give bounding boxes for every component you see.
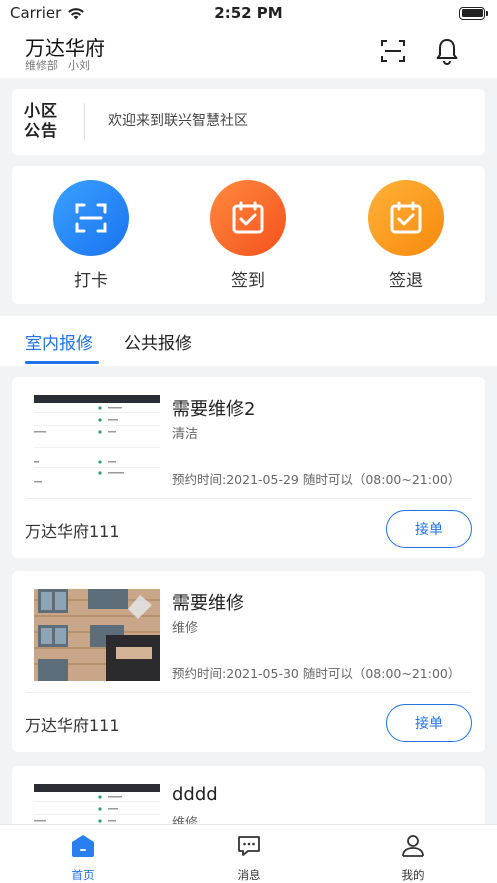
order-card[interactable]: dddd 维修: [12, 766, 485, 824]
bell-icon[interactable]: [432, 36, 462, 66]
action-circle: [368, 180, 444, 256]
user-name: 小刘: [68, 59, 90, 72]
clock-in-action[interactable]: 打卡: [51, 180, 131, 291]
bottom-tab-bar: 首页 消息 我的: [0, 824, 497, 883]
order-title: 需要维修2: [172, 399, 256, 420]
tab-public-repair[interactable]: 公共报修: [124, 329, 192, 354]
calendar-check-icon: [390, 201, 422, 234]
notice-tag: 小区公告: [24, 101, 59, 140]
status-bar: Carrier 2:52 PM: [0, 0, 497, 26]
accept-order-button[interactable]: 接单: [386, 704, 472, 742]
order-card[interactable]: 需要维修2 清洁 预约时间:2021-05-29 随时可以（08:00~21:0…: [12, 377, 485, 558]
user-icon: [402, 835, 424, 857]
repair-tabs: 室内报修 公共报修: [0, 316, 497, 366]
accept-order-button[interactable]: 接单: [386, 510, 472, 548]
order-category: 维修: [172, 816, 199, 824]
card-divider: [26, 692, 471, 693]
tabbar-label: 消息: [237, 868, 261, 882]
sign-out-action[interactable]: 签退: [366, 180, 446, 291]
department-label: 维修部: [25, 59, 58, 72]
action-circle: [53, 180, 129, 256]
quick-actions: 打卡 签到 签退: [12, 166, 485, 304]
action-circle: [210, 180, 286, 256]
order-location: 万达华府111: [25, 522, 120, 541]
order-thumbnail: [34, 784, 160, 824]
message-icon: [238, 836, 260, 856]
app-header: 万达华府 维修部 小刘: [0, 26, 497, 78]
status-left: Carrier: [10, 4, 85, 22]
order-thumbnail: [34, 395, 160, 487]
scan-icon: [75, 203, 107, 233]
carrier-label: Carrier: [10, 4, 62, 22]
tabbar-label: 我的: [401, 868, 425, 882]
notice-divider: [84, 103, 85, 141]
battery-icon: [459, 6, 488, 20]
notice-text: 欢迎来到联兴智慧社区: [108, 113, 248, 129]
action-label: 打卡: [74, 271, 108, 291]
order-category: 清洁: [172, 427, 199, 442]
user-info: 维修部 小刘: [25, 57, 100, 73]
home-icon: [72, 835, 94, 857]
tabbar-label: 首页: [71, 868, 95, 882]
scan-icon[interactable]: [378, 36, 408, 66]
tab-indoor-repair[interactable]: 室内报修: [25, 329, 93, 354]
tabbar-messages[interactable]: 消息: [209, 833, 289, 883]
tabbar-profile[interactable]: 我的: [373, 833, 453, 883]
order-title: dddd: [172, 784, 218, 805]
order-title: 需要维修: [172, 593, 244, 614]
action-label: 签退: [389, 271, 423, 291]
order-location: 万达华府111: [25, 716, 120, 735]
action-label: 签到: [231, 271, 265, 291]
order-card[interactable]: 需要维修 维修 预约时间:2021-05-30 随时可以（08:00~21:00…: [12, 571, 485, 752]
wifi-icon: [68, 7, 85, 19]
calendar-check-icon: [232, 201, 264, 234]
order-appointment-time: 预约时间:2021-05-30 随时可以（08:00~21:00）: [172, 666, 461, 681]
sign-in-action[interactable]: 签到: [208, 180, 288, 291]
tabbar-home[interactable]: 首页: [43, 833, 123, 883]
card-divider: [26, 498, 471, 499]
community-notice[interactable]: 小区公告 欢迎来到联兴智慧社区: [12, 89, 485, 155]
order-thumbnail: [34, 589, 160, 681]
order-category: 维修: [172, 621, 199, 636]
status-time: 2:52 PM: [214, 4, 283, 22]
order-appointment-time: 预约时间:2021-05-29 随时可以（08:00~21:00）: [172, 472, 461, 487]
active-tab-indicator: [25, 361, 99, 364]
